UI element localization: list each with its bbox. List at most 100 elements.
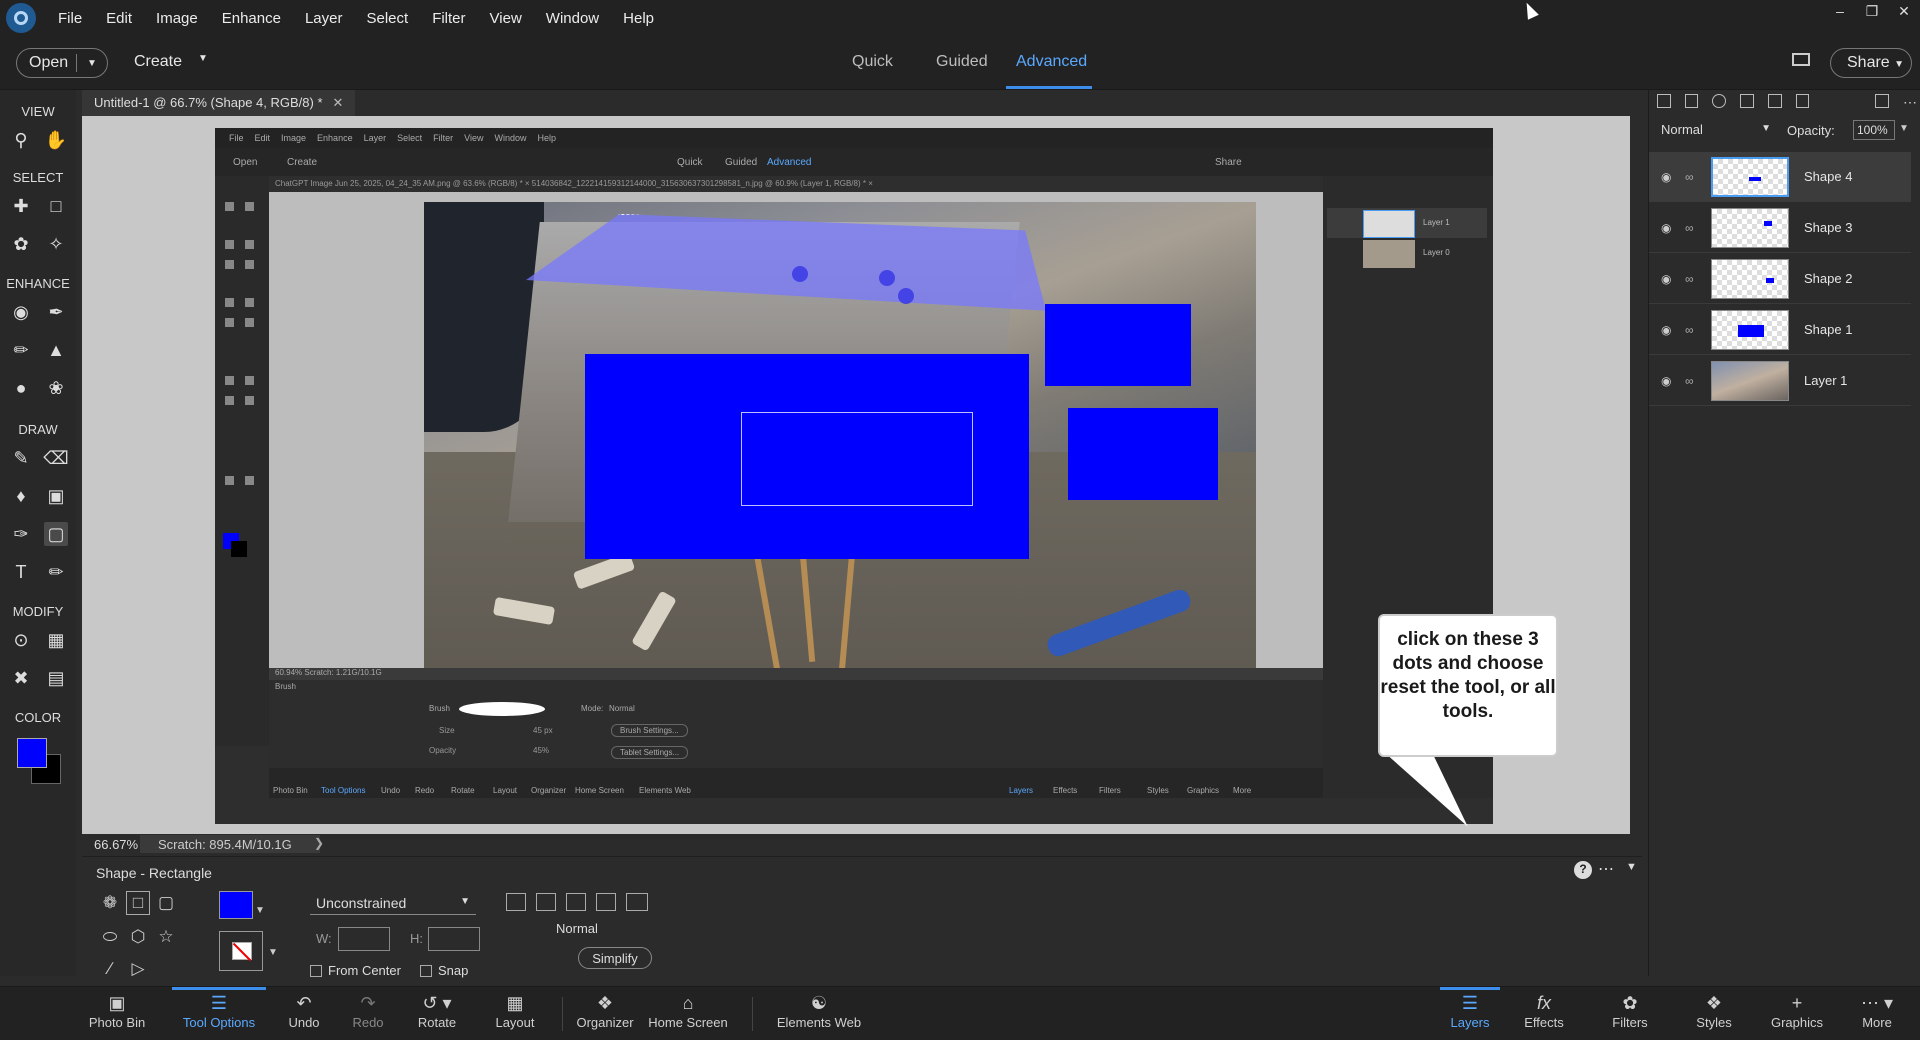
smart-brush-icon[interactable]: ✏ [9,338,33,362]
foreground-color-swatch[interactable] [17,738,47,768]
add-shape-icon[interactable] [536,893,556,911]
type-tool-icon[interactable]: T [9,560,33,584]
lock-icon[interactable] [1767,94,1782,108]
menu-help[interactable]: Help [623,10,654,27]
snap-checkbox[interactable]: Snap [420,963,468,978]
rectangle-icon[interactable]: □ [126,891,150,915]
eye-icon[interactable]: ◉ [1661,323,1671,337]
adjustment-layer-icon[interactable] [1712,94,1727,108]
eye-icon[interactable]: ◉ [1661,374,1671,388]
chevron-down-icon[interactable]: ▼ [1626,861,1637,873]
elements-web-button[interactable]: ☯ Elements Web [776,993,862,1030]
lock-transparency-icon[interactable] [1795,94,1810,108]
share-button[interactable]: Share ▼ [1830,48,1912,78]
paint-bucket-icon[interactable]: ♦ [9,484,33,508]
open-button[interactable]: Open ▼ [16,48,108,78]
link-icon[interactable]: ∞ [1685,323,1694,337]
minimize-icon[interactable]: – [1824,0,1856,22]
width-input[interactable] [338,927,390,951]
layer-row-shape-1[interactable]: ◉ ∞ Shape 1 [1649,305,1911,355]
menu-image[interactable]: Image [156,10,198,27]
rectangle-shape-icon[interactable]: ▢ [44,522,68,546]
polygon-icon[interactable]: ⬡ [126,925,150,949]
from-center-checkbox[interactable]: From Center [310,963,401,978]
recompose-tool-icon[interactable]: ▦ [44,628,68,652]
sponge-tool-icon[interactable]: ❀ [44,376,68,400]
layout-button[interactable]: ▦ Layout [492,993,538,1030]
clone-stamp-icon[interactable]: ▲ [44,338,68,362]
menu-filter[interactable]: Filter [432,10,465,27]
menu-enhance[interactable]: Enhance [222,10,281,27]
simplify-button[interactable]: Simplify [578,947,652,969]
menu-select[interactable]: Select [366,10,408,27]
layer-row-shape-2[interactable]: ◉ ∞ Shape 2 [1649,254,1911,304]
tab-advanced[interactable]: Advanced [1016,53,1087,71]
menu-edit[interactable]: Edit [106,10,132,27]
shape-selection-icon[interactable]: ▷ [126,957,150,981]
line-icon[interactable]: ∕ [98,957,122,981]
tool-options-button[interactable]: ☰ Tool Options [172,993,266,1030]
layers-button[interactable]: ☰ Layers [1440,993,1500,1030]
create-button[interactable]: Create ▼ [134,53,208,71]
new-layer-icon[interactable] [1657,94,1671,108]
eraser-tool-icon[interactable]: ⌫ [43,446,68,470]
crop-tool-icon[interactable]: ⊙ [9,628,33,652]
link-icon[interactable]: ∞ [1685,272,1694,286]
spot-healing-icon[interactable]: ✒ [44,300,68,324]
blur-tool-icon[interactable]: ● [9,376,33,400]
lasso-tool-icon[interactable]: ✿ [9,232,33,256]
help-icon[interactable]: ? [1574,861,1592,879]
marquee-tool-icon[interactable]: □ [44,194,68,218]
new-shape-icon[interactable] [506,893,526,911]
checkbox-box[interactable] [420,964,432,977]
undo-button[interactable]: ↶ Undo [284,993,324,1030]
brush-tool-icon[interactable]: ✎ [9,446,33,470]
menu-window[interactable]: Window [546,10,599,27]
styles-button[interactable]: ❖ Styles [1688,993,1740,1030]
panel-menu-icon[interactable]: ⋯ [1903,94,1917,116]
constrain-select[interactable]: Unconstrained ▼ [310,893,476,915]
filters-button[interactable]: ✿ Filters [1602,993,1658,1030]
content-move-icon[interactable]: ✖ [9,666,33,690]
stroke-color-swatch[interactable] [219,931,263,971]
menu-layer[interactable]: Layer [305,10,343,27]
restore-icon[interactable]: ❐ [1856,0,1888,22]
more-button[interactable]: ⋯ ▾ More [1852,993,1902,1030]
hand-tool-icon[interactable]: ✋ [44,128,68,152]
eyedropper-icon[interactable]: ✑ [9,522,33,546]
photo-bin-button[interactable]: ▣ Photo Bin [88,993,146,1030]
chevron-down-icon[interactable]: ▼ [77,58,97,69]
layer-row-shape-4[interactable]: ◉ ∞ Shape 4 [1649,152,1911,202]
chevron-down-icon[interactable]: ▼ [268,947,278,958]
height-input[interactable] [428,927,480,951]
more-options-icon[interactable]: ⋯ [1598,859,1614,879]
shape-3-rectangle[interactable] [1068,408,1218,500]
document-tab[interactable]: Untitled-1 @ 66.7% (Shape 4, RGB/8) * ✕ [82,90,356,116]
intersect-shape-icon[interactable] [596,893,616,911]
pencil-tool-icon[interactable]: ✏ [44,560,68,584]
layer-row-layer-1[interactable]: ◉ ∞ Layer 1 [1649,356,1911,406]
document-canvas[interactable]: File Edit Image Enhance Layer Select Fil… [215,128,1493,824]
chevron-down-icon[interactable]: ▼ [1899,123,1909,134]
ellipse-icon[interactable]: ⬭ [98,925,122,949]
checkbox-box[interactable] [310,964,322,977]
custom-shape-icon[interactable]: ❁ [98,891,122,915]
link-icon[interactable]: ∞ [1685,374,1694,388]
rounded-rectangle-icon[interactable]: ▢ [154,891,178,915]
zoom-tool-icon[interactable]: ⚲ [9,128,33,152]
subtract-shape-icon[interactable] [566,893,586,911]
close-icon[interactable]: ✕ [1888,0,1920,22]
close-tab-icon[interactable]: ✕ [333,95,344,111]
shape-2-rectangle[interactable] [1045,304,1191,386]
opacity-input[interactable]: 100% [1853,120,1895,140]
new-group-icon[interactable] [1684,94,1699,108]
red-eye-tool-icon[interactable]: ◉ [9,300,33,324]
exclude-shape-icon[interactable] [626,893,648,911]
link-icon[interactable]: ∞ [1685,221,1694,235]
chevron-down-icon[interactable]: ▼ [255,905,265,916]
menu-view[interactable]: View [490,10,522,27]
mail-icon[interactable] [1792,53,1810,66]
gradient-tool-icon[interactable]: ▣ [44,484,68,508]
rotate-button[interactable]: ↺ ▾ Rotate [412,993,462,1030]
layer-row-shape-3[interactable]: ◉ ∞ Shape 3 [1649,203,1911,253]
